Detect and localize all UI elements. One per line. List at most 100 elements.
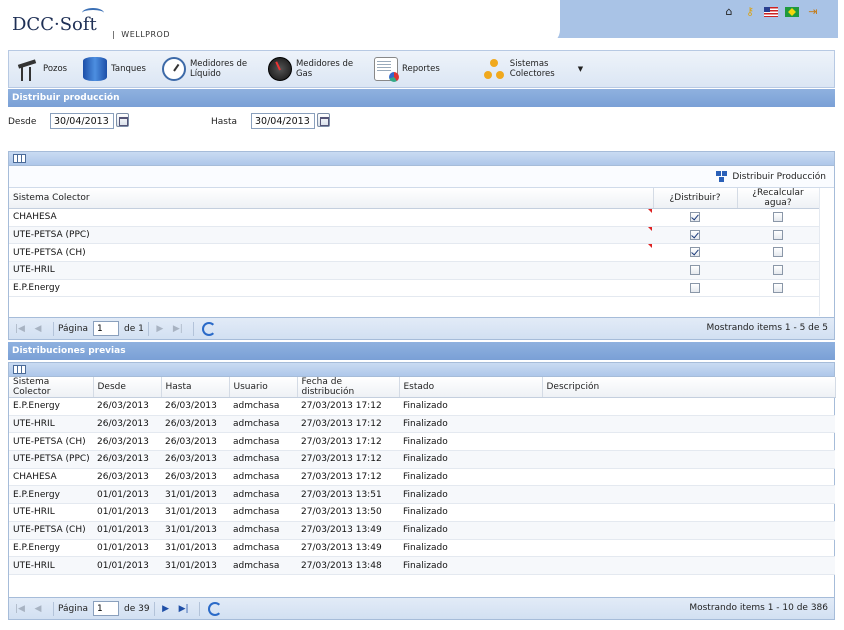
desde-date-input[interactable] (50, 113, 114, 129)
cell-descripcion (542, 415, 835, 434)
table-row[interactable]: E.P.Energy 26/03/2013 26/03/2013 admchasa 27… (9, 397, 835, 416)
table-row[interactable]: E.P.Energy 01/01/2013 31/01/2013 admchasa 27… (9, 485, 835, 505)
table-row[interactable]: UTE-PETSA (CH) 01/01/2013 31/01/2013 admcha… (9, 521, 835, 540)
desde-calendar-icon[interactable] (116, 113, 129, 127)
table-row[interactable]: UTE-PETSA (CH) (9, 243, 819, 263)
toolbar-pozos[interactable]: Pozos (11, 52, 71, 86)
table-row[interactable]: UTE-PETSA (PPC) (9, 226, 819, 245)
table-row[interactable]: UTE-HRIL 26/03/2013 26/03/2013 admchasa 27/0… (9, 415, 835, 434)
toolbar-sistemas-colectores[interactable]: Sistemas Colectores ▼ (478, 52, 587, 86)
next-page-icon[interactable]: ▶ (153, 322, 167, 336)
cell-desde: 26/03/2013 (93, 468, 161, 487)
first-page-icon[interactable]: |◀ (13, 322, 27, 336)
cell-hasta: 26/03/2013 (161, 397, 229, 416)
cell-distribuir[interactable] (653, 226, 737, 245)
table-row[interactable]: CHAHESA (9, 208, 819, 227)
page-number-input[interactable] (92, 321, 119, 336)
last-page-icon[interactable]: ▶| (177, 602, 191, 616)
recalcular-checkbox[interactable] (773, 247, 783, 258)
next-page-icon[interactable]: ▶ (159, 602, 173, 616)
cell-estado: Finalizado (399, 450, 542, 469)
column-menu-icon[interactable] (13, 154, 26, 163)
last-page-icon[interactable]: ▶| (171, 322, 185, 336)
table-row[interactable]: E.P.Energy 01/01/2013 31/01/2013 admchasa 27… (9, 539, 835, 558)
home-icon[interactable]: ⌂ (722, 4, 736, 18)
refresh-icon[interactable] (201, 321, 216, 336)
cell-distribuir[interactable] (653, 279, 737, 298)
hasta-date-input[interactable] (251, 113, 315, 129)
column-header-recalcular[interactable]: ¿Recalcular agua? (737, 188, 819, 209)
cell-fecha: 27/03/2013 13:49 (297, 539, 399, 558)
cell-recalcular[interactable] (737, 243, 819, 263)
cell-distribuir[interactable] (653, 261, 737, 280)
column-header-desde[interactable]: Desde (93, 377, 162, 398)
toolbar-medidores-gas-label: Medidores de Gas (295, 59, 354, 79)
cell-desde: 01/01/2013 (93, 485, 161, 505)
cell-sistema: E.P.Energy (9, 279, 653, 298)
distribuir-checkbox[interactable] (690, 247, 700, 258)
pump-jack-icon (15, 57, 39, 81)
flag-br-icon[interactable] (785, 4, 799, 18)
cell-descripcion (542, 397, 835, 416)
logout-icon[interactable]: ⇥ (806, 4, 820, 18)
page-number-input[interactable] (92, 601, 119, 616)
prev-page-icon[interactable]: ◀ (31, 602, 45, 616)
table-row[interactable]: E.P.Energy (9, 279, 819, 298)
refresh-icon[interactable] (207, 601, 222, 616)
cell-recalcular[interactable] (737, 226, 819, 245)
flag-us-icon[interactable] (764, 4, 778, 18)
cell-fecha: 27/03/2013 13:49 (297, 521, 399, 540)
sistemas-grid-panel: Distribuir Producción Sistema Colector ¿… (8, 151, 835, 340)
table-row[interactable]: UTE-PETSA (CH) 26/03/2013 26/03/2013 admcha… (9, 432, 835, 452)
key-icon[interactable]: ⚷ (743, 4, 757, 18)
cell-descripcion (542, 485, 835, 505)
column-header-fecha[interactable]: Fecha de distribución (297, 377, 400, 398)
toolbar-reportes[interactable]: Reportes (370, 52, 444, 86)
distribuir-checkbox[interactable] (690, 282, 700, 293)
cell-sistema: UTE-HRIL (9, 503, 93, 522)
table-row[interactable]: UTE-HRIL (9, 261, 819, 280)
column-header-distribuir[interactable]: ¿Distribuir? (653, 188, 738, 209)
column-header-estado[interactable]: Estado (399, 377, 543, 398)
recalcular-checkbox[interactable] (773, 282, 783, 293)
cell-fecha: 27/03/2013 13:50 (297, 503, 399, 522)
table-row[interactable]: UTE-PETSA (PPC) 26/03/2013 26/03/2013 admch… (9, 450, 835, 469)
column-menu-icon[interactable] (13, 365, 26, 374)
toolbar-medidores-liquido[interactable]: Medidores de Líquido (158, 52, 256, 86)
toolbar-medidores-gas[interactable]: Medidores de Gas (264, 52, 362, 86)
cell-recalcular[interactable] (737, 208, 819, 227)
cell-distribuir[interactable] (653, 208, 737, 227)
distribuir-produccion-button[interactable]: Distribuir Producción (716, 171, 826, 182)
page-count-label: de 39 (123, 603, 150, 614)
prev-page-icon[interactable]: ◀ (31, 322, 45, 336)
table-row[interactable]: UTE-HRIL 01/01/2013 31/01/2013 admchasa 27/0… (9, 503, 835, 522)
cell-hasta: 31/01/2013 (161, 556, 229, 575)
table-row[interactable]: CHAHESA 26/03/2013 26/03/2013 admchasa 27/03… (9, 468, 835, 487)
cell-hasta: 26/03/2013 (161, 450, 229, 469)
cell-descripcion (542, 556, 835, 575)
recalcular-checkbox[interactable] (773, 265, 783, 276)
cell-recalcular[interactable] (737, 261, 819, 280)
hasta-calendar-icon[interactable] (317, 113, 330, 127)
cell-sistema: UTE-HRIL (9, 261, 653, 280)
chevron-down-icon: ▼ (577, 65, 584, 73)
cell-distribuir[interactable] (653, 243, 737, 263)
column-header-descripcion[interactable]: Descripción (542, 377, 836, 398)
distribuir-checkbox[interactable] (690, 265, 700, 276)
sistemas-table: Sistema Colector ¿Distribuir? ¿Recalcula… (9, 188, 819, 298)
distribuir-checkbox[interactable] (690, 212, 700, 223)
recalcular-checkbox[interactable] (773, 229, 783, 240)
column-header-hasta[interactable]: Hasta (161, 377, 230, 398)
column-header-usuario[interactable]: Usuario (229, 377, 298, 398)
logo-swoosh (82, 8, 104, 18)
column-header-sistema[interactable]: Sistema Colector (9, 377, 94, 398)
recalcular-checkbox[interactable] (773, 212, 783, 223)
column-header-sistema[interactable]: Sistema Colector (9, 188, 654, 209)
toolbar-tanques[interactable]: Tanques (79, 52, 150, 86)
first-page-icon[interactable]: |◀ (13, 602, 27, 616)
cell-fecha: 27/03/2013 13:51 (297, 485, 399, 505)
distribuir-checkbox[interactable] (690, 229, 700, 240)
table-row[interactable]: UTE-HRIL 01/01/2013 31/01/2013 admchasa 27/0… (9, 556, 835, 575)
sistemas-grid-body: Sistema Colector ¿Distribuir? ¿Recalcula… (9, 188, 819, 298)
cell-recalcular[interactable] (737, 279, 819, 298)
